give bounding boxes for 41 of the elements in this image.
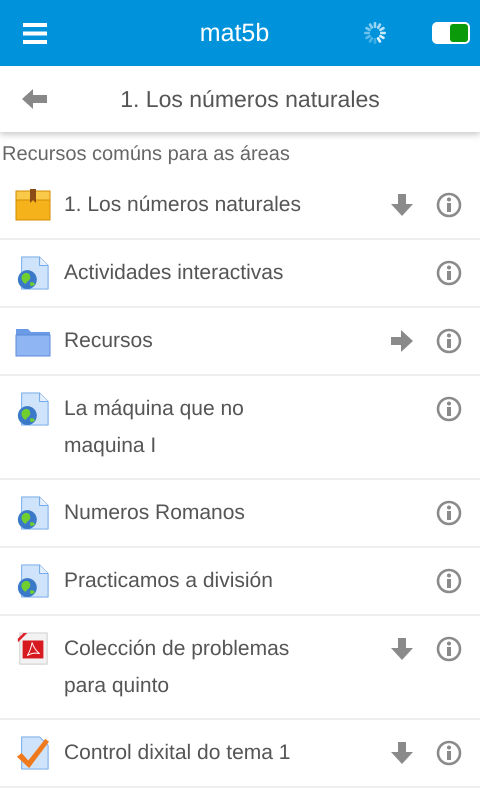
resource-title: Control dixital do tema 1 [64,740,292,766]
web-page-icon [15,496,51,530]
info-icon[interactable] [436,568,462,594]
page-title: 1. Los números naturales [119,86,381,112]
app-title: mat5b [198,18,270,48]
quiz-icon [15,736,51,770]
loading-spinner-icon [362,20,388,46]
info-icon[interactable] [436,192,462,218]
info-icon[interactable] [436,500,462,526]
info-icon[interactable] [436,328,462,354]
download-icon[interactable] [390,637,414,661]
resource-item[interactable]: Numeros Romanos [0,480,480,548]
resource-title: Actividades interactivas [64,260,284,286]
sync-toggle[interactable] [432,22,470,44]
web-page-icon [15,392,51,426]
info-icon[interactable] [436,636,462,662]
resource-title: Colección de problemas para quinto [64,636,290,699]
resource-item[interactable]: Control dixital do tema 1 [0,720,480,788]
download-icon[interactable] [390,741,414,765]
resource-item[interactable]: Recursos [0,308,480,376]
web-page-icon [15,256,51,290]
package-icon [15,188,51,222]
resource-title: Recursos [64,328,154,354]
resource-item[interactable]: Practicamos a división [0,548,480,616]
info-icon[interactable] [436,260,462,286]
resource-item[interactable]: Actividades interactivas [0,240,480,308]
resource-title: La máquina que no maquina I [64,396,245,459]
arrow-right-icon[interactable] [390,329,414,353]
resource-item[interactable]: La máquina que no maquina I [0,376,480,480]
resource-item[interactable]: 1. Los números naturales [0,172,480,240]
resource-title: 1. Los números naturales [64,192,302,218]
back-icon[interactable] [22,88,48,110]
resource-item[interactable]: Colección de problemas para quinto [0,616,480,720]
info-icon[interactable] [436,396,462,422]
section-title: Recursos comúns para as áreas [2,143,290,165]
download-icon[interactable] [390,193,414,217]
resource-title: Practicamos a división [64,568,274,594]
info-icon[interactable] [436,740,462,766]
web-page-icon [15,564,51,598]
resource-title: Numeros Romanos [64,500,246,526]
menu-icon[interactable] [23,22,47,44]
